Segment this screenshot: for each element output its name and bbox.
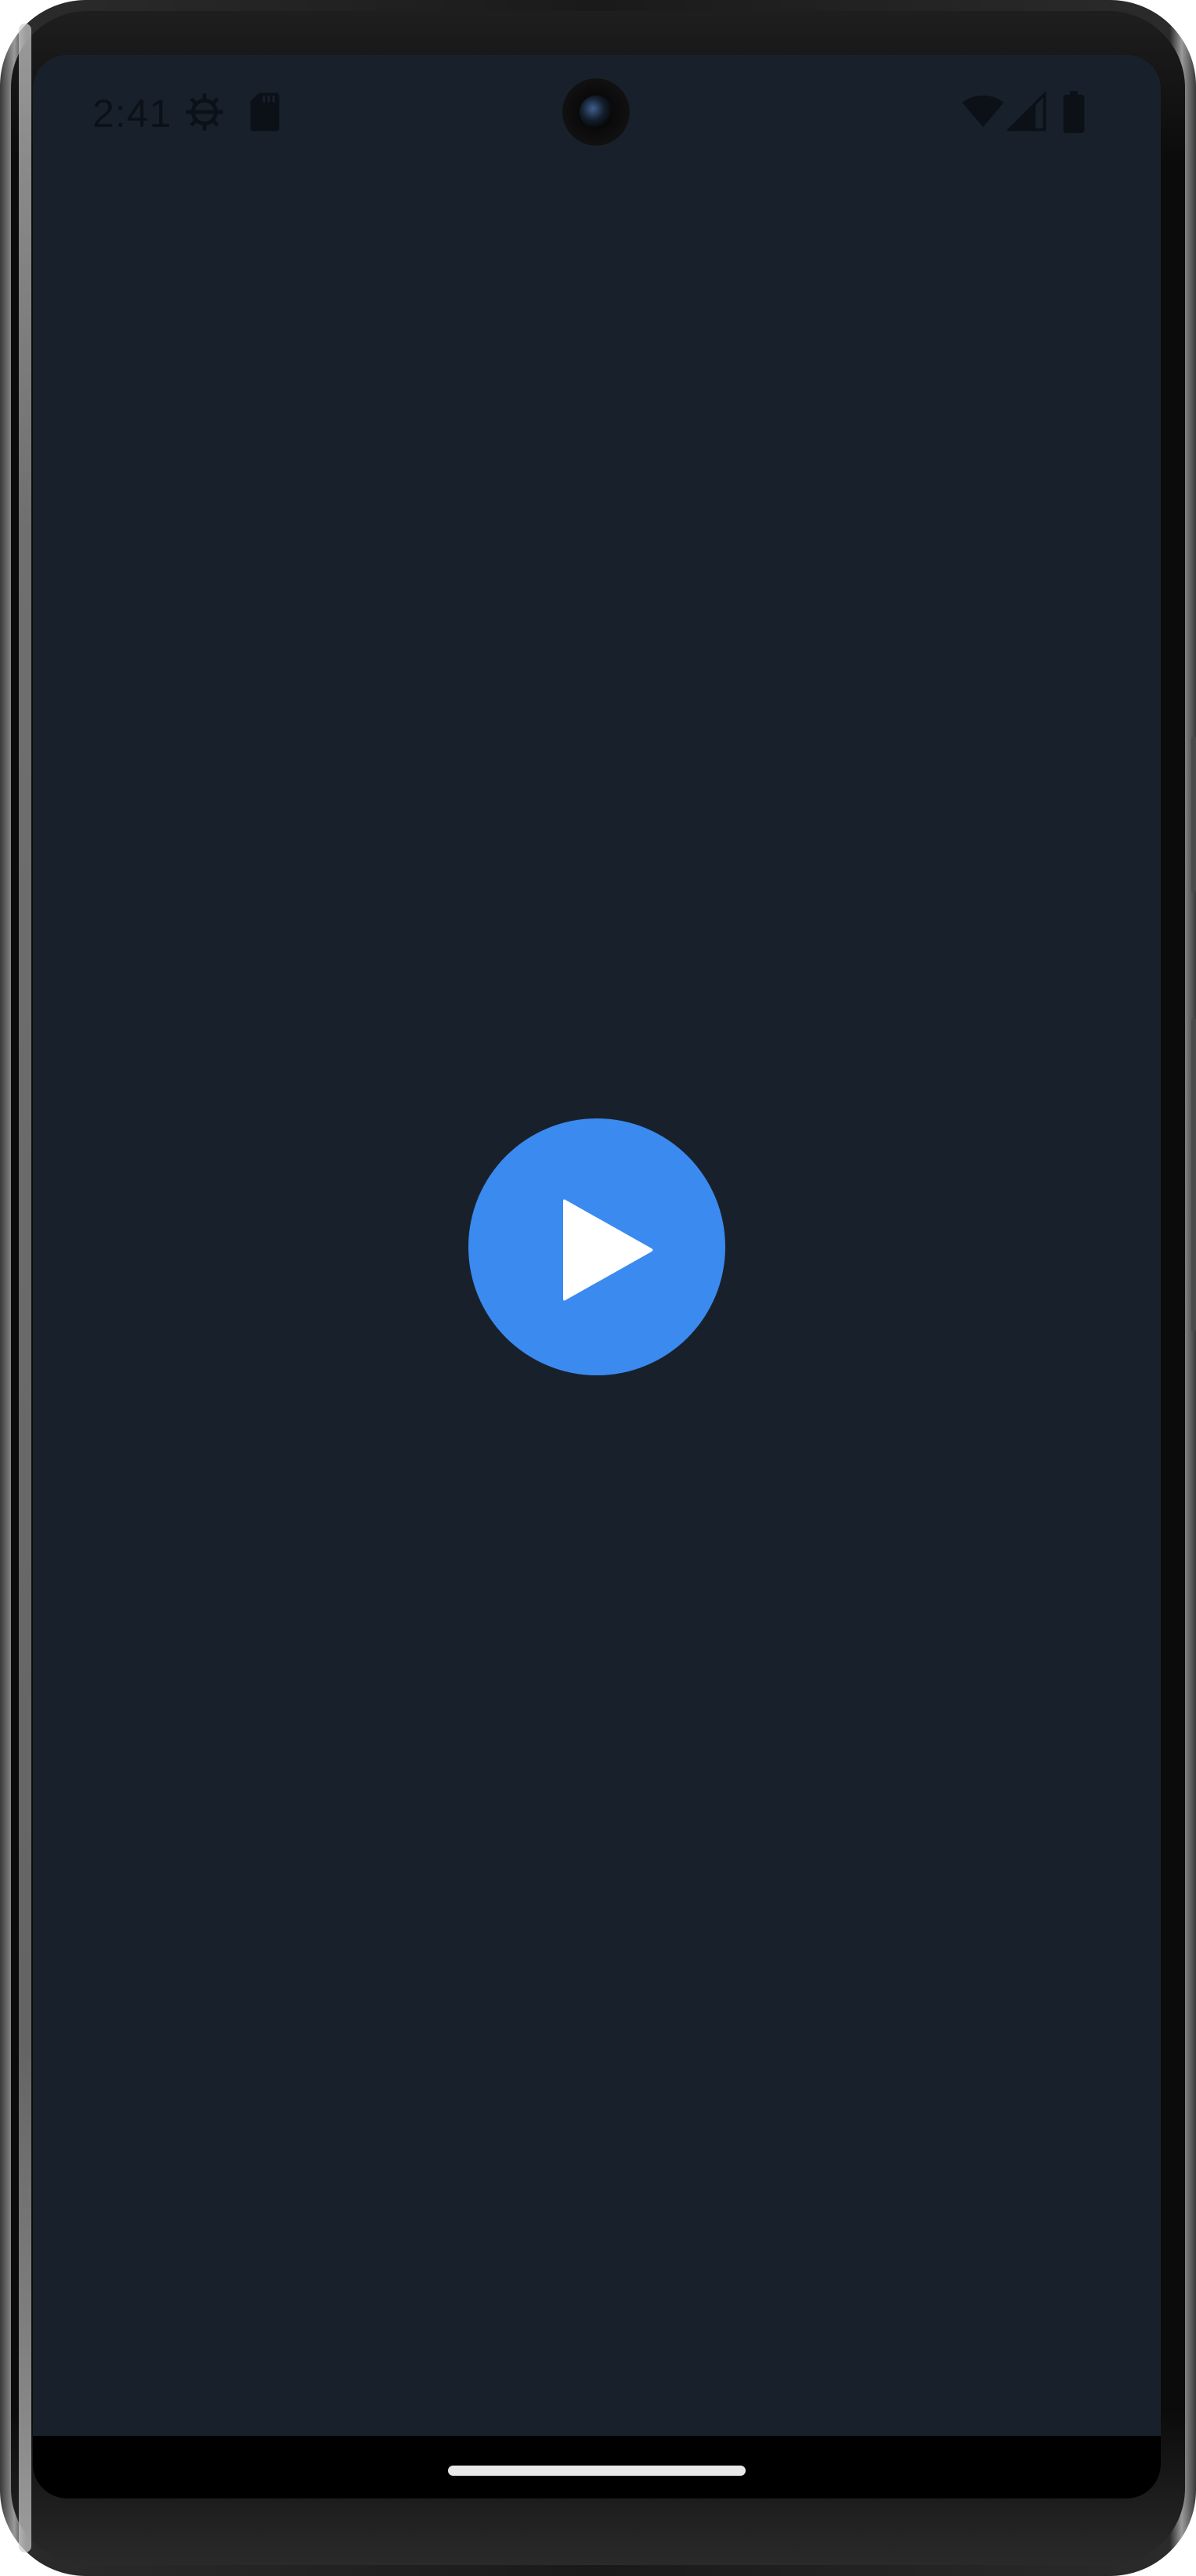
sdcard-icon (250, 92, 280, 132)
phone-frame: 2:41 (0, 0, 1196, 2576)
battery-icon (1063, 91, 1085, 133)
play-button[interactable] (468, 1118, 725, 1375)
navigation-bar (33, 2436, 1161, 2498)
status-time: 2:41 (92, 92, 172, 135)
camera-lens (580, 96, 612, 128)
volume-button (1191, 1018, 1196, 1331)
gear-icon (186, 93, 223, 131)
wifi-icon (962, 95, 1004, 128)
signal-icon (1007, 91, 1046, 132)
power-button (1191, 736, 1196, 893)
screen: 2:41 (33, 55, 1161, 2498)
front-camera (562, 78, 630, 146)
status-bar: 2:41 (33, 55, 1161, 172)
home-indicator[interactable] (448, 2466, 746, 2476)
play-icon (563, 1199, 653, 1301)
phone-edge-highlight (19, 23, 31, 2553)
